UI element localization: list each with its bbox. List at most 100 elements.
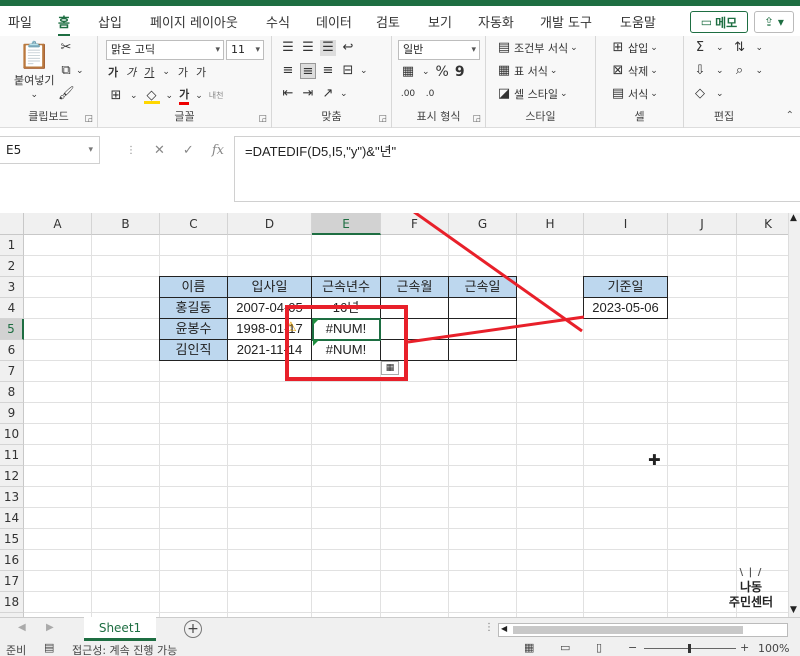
italic-button[interactable]: 가 (126, 64, 136, 80)
chevron-down-icon[interactable]: ⌄ (162, 67, 170, 77)
copy-button[interactable]: ⧉ ⌄ (58, 63, 83, 79)
conditional-format-button[interactable]: ▤ 조건부 서식 ⌄ (496, 40, 578, 56)
cells-group: ⊞ 삽입 ⌄ ⊠ 삭제 ⌄ ▤ 서식 ⌄ 셀 (596, 36, 684, 128)
decrease-decimal-icon[interactable]: .0 (422, 86, 438, 102)
delete-button[interactable]: ⊠ 삭제 ⌄ (610, 63, 658, 79)
fill-icon[interactable]: ⇩ (692, 63, 708, 79)
align-center-icon[interactable]: ≡ (300, 63, 316, 79)
percent-button[interactable]: % (436, 64, 449, 80)
font-name-select[interactable]: 맑은 고딕 ▾ (106, 40, 224, 60)
align-middle-icon[interactable]: ☰ (300, 40, 316, 56)
tab-home[interactable]: 홈 (58, 12, 70, 37)
format-button[interactable]: ▤ 서식 ⌄ (610, 86, 658, 102)
decrease-indent-icon[interactable]: ⇤ (280, 86, 296, 102)
format-as-table-button[interactable]: ▦ 표 서식 ⌄ (496, 63, 558, 79)
cell-styles-button[interactable]: ◪ 셀 스타일 ⌄ (496, 86, 568, 102)
formula-bar: E5 ▾ ⋮ ✕ ✓ fx =DATEDIF(D5,I5,"y")&"년" (0, 128, 800, 206)
tab-view[interactable]: 보기 (428, 12, 452, 31)
merge-icon[interactable]: ⊟ (340, 63, 356, 79)
wrap-text-icon[interactable]: ↩ (340, 40, 356, 56)
orientation-icon[interactable]: ↗ (320, 86, 336, 102)
insert-function-icon[interactable]: fx (212, 143, 224, 158)
scroll-down-icon[interactable]: ▼ (790, 605, 797, 615)
page-break-view-icon[interactable]: ▯ (596, 641, 602, 654)
tab-page-layout[interactable]: 페이지 레이아웃 (150, 12, 238, 31)
launcher-icon[interactable]: ◲ (472, 114, 481, 124)
fill-color-icon[interactable]: ◇ (143, 88, 160, 104)
prev-sheet-icon[interactable]: ◀ (18, 622, 26, 633)
add-sheet-icon[interactable]: + (184, 620, 202, 638)
next-sheet-icon[interactable]: ▶ (46, 622, 54, 633)
name-box[interactable]: E5 ▾ (0, 136, 100, 164)
more-icon[interactable]: ⋮ (484, 622, 494, 633)
launcher-icon[interactable]: ◲ (84, 114, 93, 124)
cut-button[interactable]: ✂ (58, 40, 74, 56)
tab-data[interactable]: 데이터 (316, 12, 352, 31)
zoom-out-icon[interactable]: − (628, 641, 637, 654)
chevron-down-icon: ▾ (471, 45, 476, 55)
normal-view-icon[interactable]: ▦ (524, 641, 534, 654)
styles-label: 스타일 (525, 110, 556, 123)
editing-row-3: ◇ ⌄ (692, 86, 724, 102)
tab-automate[interactable]: 자동화 (478, 12, 514, 31)
tab-insert[interactable]: 삽입 (98, 12, 122, 31)
font-style-row: ⊞ ⌄ ◇ ⌄ 가 ⌄ 내천 (108, 86, 224, 105)
vertical-scrollbar[interactable]: ▲ ▼ (788, 213, 800, 617)
alignment-label: 맞춤 (321, 110, 342, 123)
paste-icon: 📋 (18, 41, 51, 71)
increase-decimal-icon[interactable]: .00 (400, 86, 416, 102)
memo-button[interactable]: ▭ 메모 (690, 11, 748, 33)
underline-button[interactable]: 가 (144, 64, 154, 80)
phonetic-button[interactable]: 내천 (209, 90, 224, 101)
macro-record-icon[interactable]: ▤ (44, 641, 54, 654)
chevron-down-icon[interactable]: ▾ (88, 137, 93, 163)
accessibility-status[interactable]: 접근성: 계속 진행 가능 (72, 642, 177, 656)
font-size-select[interactable]: 11 ▾ (226, 40, 264, 60)
launcher-icon[interactable]: ◲ (378, 114, 387, 124)
sheet-tab[interactable]: Sheet1 (84, 617, 156, 641)
zoom-level[interactable]: 100% (758, 642, 789, 655)
zoom-slider-thumb[interactable] (688, 644, 691, 653)
collapse-ribbon-icon[interactable]: ⌃ (786, 110, 794, 121)
zoom-in-icon[interactable]: + (740, 641, 749, 654)
formula-input[interactable]: =DATEDIF(D5,I5,"y")&"년" (234, 136, 800, 202)
worksheet-grid[interactable]: ABCDEFGHIJK 1234567891011121314151617181… (0, 213, 800, 617)
insert-button[interactable]: ⊞ 삽입 ⌄ (610, 40, 658, 56)
scroll-left-icon[interactable]: ◀ (501, 624, 507, 633)
comma-button[interactable]: 9 (455, 64, 465, 80)
editing-row-1: Σ ⌄ ⇅ ⌄ (692, 40, 763, 56)
launcher-icon[interactable]: ◲ (258, 114, 267, 124)
border-icon[interactable]: ⊞ (108, 88, 124, 104)
search-icon[interactable]: ⌕ (732, 63, 748, 79)
font-label: 글꼴 (174, 110, 195, 123)
autosum-icon[interactable]: Σ (692, 40, 708, 56)
align-right-icon[interactable]: ≡ (320, 63, 336, 79)
more-icon[interactable]: ⋮ (126, 145, 136, 156)
format-painter-button[interactable]: 🖌 (58, 86, 75, 102)
share-button[interactable]: ⇪ ▾ (754, 11, 794, 33)
align-left-icon[interactable]: ≡ (280, 63, 296, 79)
scroll-thumb[interactable] (513, 626, 743, 634)
page-layout-view-icon[interactable]: ▭ (560, 641, 570, 654)
tab-formulas[interactable]: 수식 (266, 12, 290, 31)
tab-review[interactable]: 검토 (376, 12, 400, 31)
tab-file[interactable]: 파일 (8, 12, 32, 31)
number-format-select[interactable]: 일반 ▾ (398, 40, 480, 60)
align-top-icon[interactable]: ☰ (280, 40, 296, 56)
decrease-font-button[interactable]: 가 (196, 64, 206, 80)
font-color-button[interactable]: 가 (179, 86, 190, 105)
tab-help[interactable]: 도움말 (620, 12, 656, 31)
align-bottom-icon[interactable]: ☰ (320, 40, 336, 56)
tab-developer[interactable]: 개발 도구 (540, 12, 592, 31)
eraser-icon[interactable]: ◇ (692, 86, 708, 102)
scroll-up-icon[interactable]: ▲ (790, 213, 797, 223)
paste-button[interactable]: 📋 붙여넣기 ⌄ (14, 42, 54, 100)
bold-button[interactable]: 가 (108, 64, 118, 80)
accounting-icon[interactable]: ▦ (400, 64, 416, 80)
sort-filter-icon[interactable]: ⇅ (732, 40, 748, 56)
increase-font-button[interactable]: 가 (178, 64, 188, 80)
enter-icon[interactable]: ✓ (183, 143, 194, 158)
status-bar: 준비 ▤ 접근성: 계속 진행 가능 ▦ ▭ ▯ − + 100% (0, 641, 800, 656)
increase-indent-icon[interactable]: ⇥ (300, 86, 316, 102)
cancel-icon[interactable]: ✕ (154, 143, 165, 158)
